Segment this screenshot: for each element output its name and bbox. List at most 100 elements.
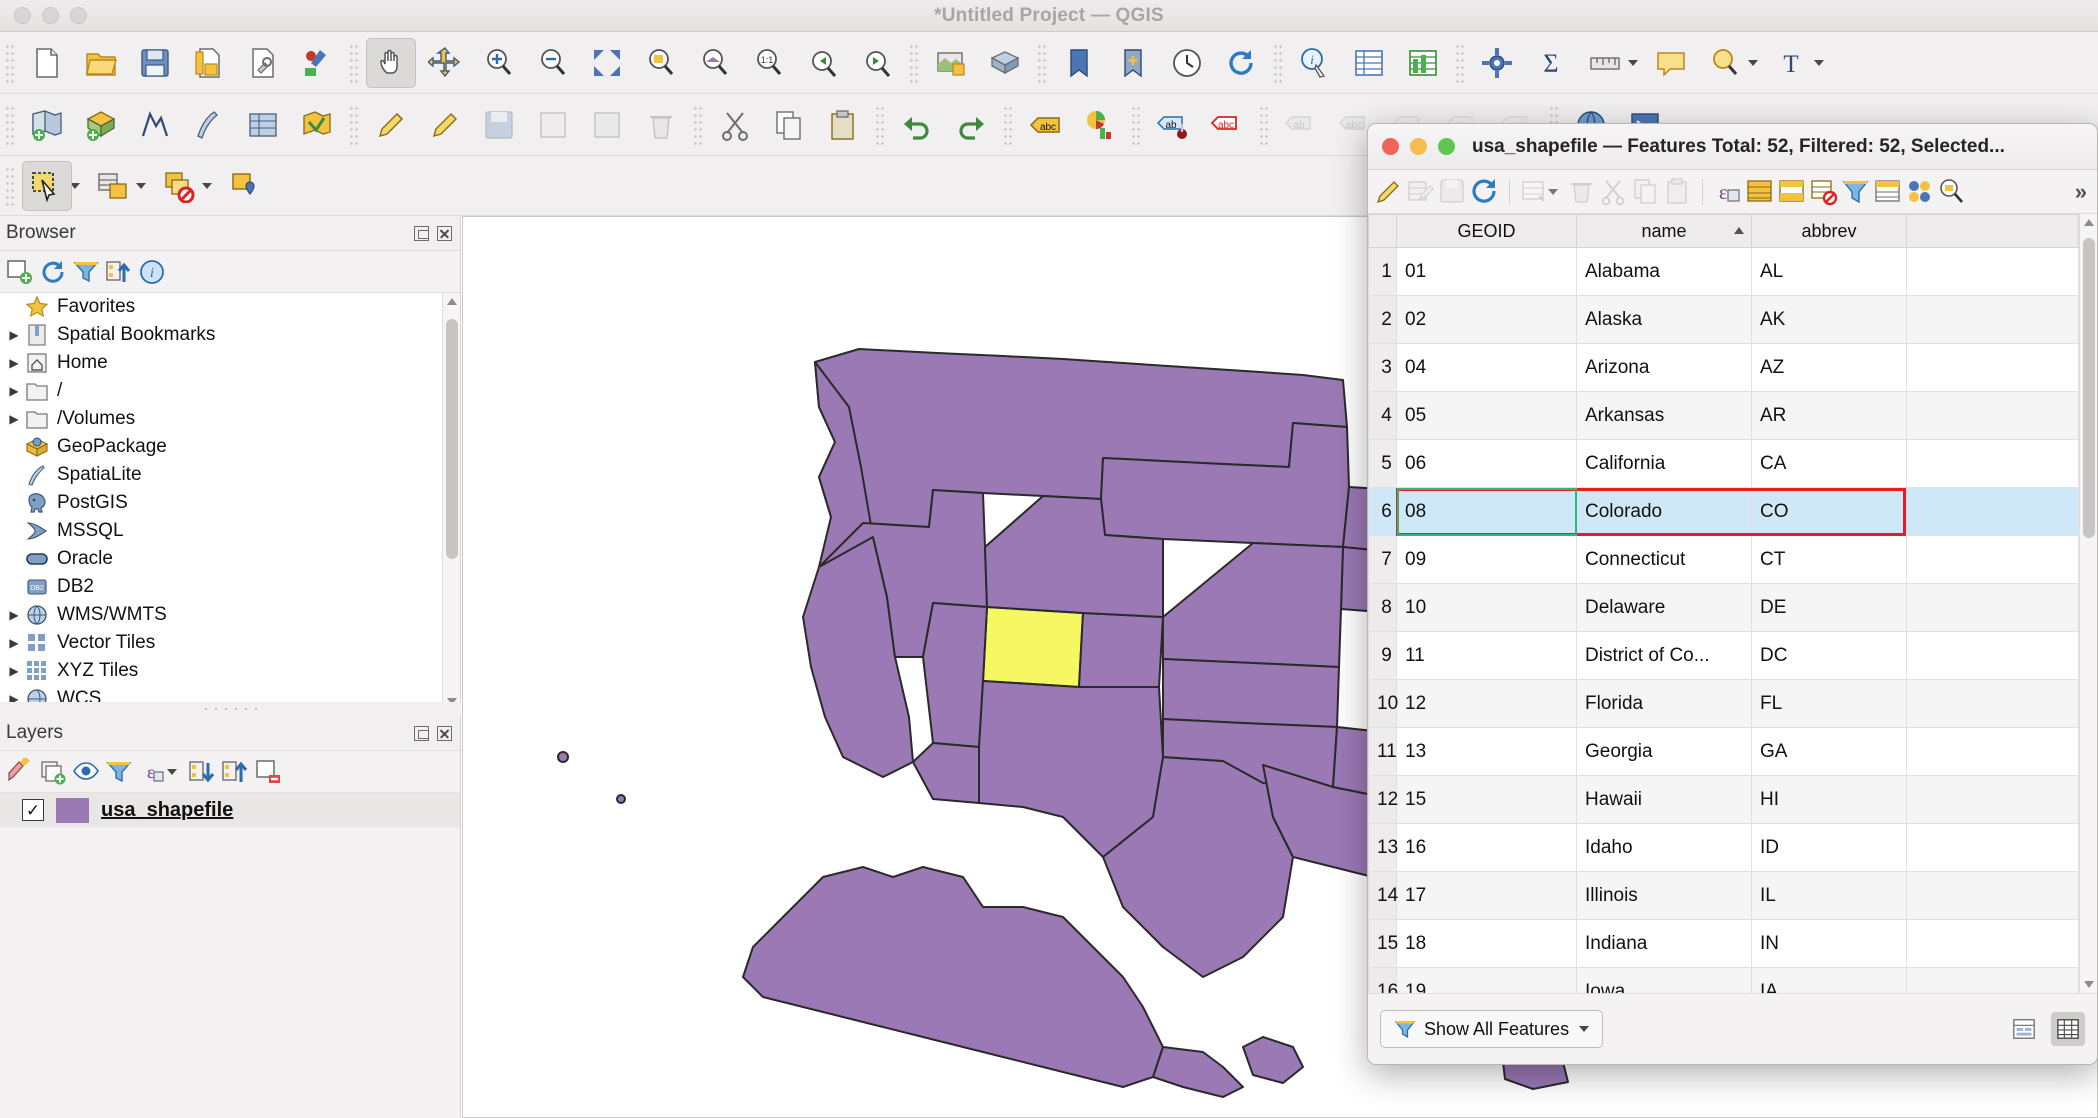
zoom-last-icon[interactable] [798, 38, 848, 88]
cell-abbrev[interactable]: GA [1752, 728, 1907, 776]
save-layer-edits-icon[interactable] [474, 100, 524, 150]
cell-GEOID[interactable]: 17 [1397, 872, 1577, 920]
pan-to-selection-icon[interactable] [1905, 177, 1934, 206]
table-row[interactable]: 1012FloridaFL [1369, 680, 2079, 728]
browser-item-geopackage[interactable]: ▶GeoPackage [0, 433, 460, 461]
zoom-next-icon[interactable] [852, 38, 902, 88]
table-row[interactable]: 506CaliforniaCA [1369, 440, 2079, 488]
save-edits-icon[interactable] [1438, 177, 1467, 206]
delete-selected-icon[interactable] [636, 100, 686, 150]
select-all-icon[interactable] [1745, 177, 1774, 206]
properties-icon[interactable]: i [138, 258, 166, 286]
project-properties-icon[interactable] [238, 38, 288, 88]
paste-features-icon[interactable] [818, 100, 868, 150]
select-features-icon[interactable] [22, 161, 72, 211]
select-value-icon[interactable] [220, 161, 270, 211]
new-3d-map-view-icon[interactable] [980, 38, 1030, 88]
table-row[interactable]: 810DelawareDE [1369, 584, 2079, 632]
table-row[interactable]: 911District of Co...DC [1369, 632, 2079, 680]
column-header-GEOID[interactable]: GEOID [1397, 215, 1577, 248]
cell-name[interactable]: District of Co... [1577, 632, 1752, 680]
new-project-icon[interactable] [22, 38, 72, 88]
form-view-button[interactable] [2007, 1012, 2041, 1046]
layer-item[interactable]: ✓usa_shapefile [0, 793, 460, 827]
layers-float-button[interactable] [414, 726, 429, 741]
toolbar-overflow-button[interactable]: » [2075, 179, 2091, 205]
cell-name[interactable]: Georgia [1577, 728, 1752, 776]
toolbar-grip[interactable] [1003, 105, 1013, 145]
text-annotation-icon[interactable]: T [1766, 38, 1816, 88]
table-row[interactable]: 1113GeorgiaGA [1369, 728, 2079, 776]
browser-item-home[interactable]: ▶Home [0, 349, 460, 377]
undo-icon[interactable] [892, 100, 942, 150]
cell-abbrev[interactable]: HI [1752, 776, 1907, 824]
filter-browser-icon[interactable] [72, 258, 100, 286]
chevron-down-icon[interactable] [1579, 1026, 1589, 1032]
cell-name[interactable]: Iowa [1577, 968, 1752, 995]
cell-GEOID[interactable]: 05 [1397, 392, 1577, 440]
add-delimited-text-layer-icon[interactable] [184, 100, 234, 150]
vertex-tool-icon[interactable] [420, 100, 470, 150]
expand-arrow-icon[interactable]: ▶ [4, 636, 24, 650]
paste-icon[interactable] [1663, 177, 1692, 206]
cell-name[interactable]: Alabama [1577, 248, 1752, 296]
toolbar-grip[interactable] [875, 105, 885, 145]
multi-edit-icon[interactable] [1406, 177, 1435, 206]
save-project-icon[interactable] [130, 38, 180, 88]
dock-splitter[interactable] [0, 702, 461, 716]
browser-item-spatialite[interactable]: ▶SpatiaLite [0, 461, 460, 489]
highlight-labels-icon[interactable]: abc [1202, 100, 1252, 150]
cell-GEOID[interactable]: 09 [1397, 536, 1577, 584]
cell-abbrev[interactable]: DC [1752, 632, 1907, 680]
cell-abbrev[interactable]: AL [1752, 248, 1907, 296]
expand-arrow-icon[interactable]: ▶ [4, 412, 24, 426]
toolbar-grip[interactable] [1455, 43, 1465, 83]
style-manager-icon[interactable] [292, 38, 342, 88]
add-mesh-layer-icon[interactable] [130, 100, 180, 150]
cell-GEOID[interactable]: 18 [1397, 920, 1577, 968]
modify-attributes-icon[interactable] [582, 100, 632, 150]
expand-arrow-icon[interactable]: ▶ [4, 608, 24, 622]
table-row[interactable]: 608ColoradoCO [1369, 488, 2079, 536]
cut-features-icon[interactable] [710, 100, 760, 150]
toolbar-grip[interactable] [5, 105, 15, 145]
filter-selection-icon[interactable] [1841, 177, 1870, 206]
search-options-icon[interactable] [1700, 38, 1750, 88]
cell-name[interactable]: Florida [1577, 680, 1752, 728]
table-row[interactable]: 1518IndianaIN [1369, 920, 2079, 968]
attribute-table-minimize-button[interactable] [1410, 138, 1427, 155]
remove-layer-icon[interactable] [254, 758, 282, 786]
table-row[interactable]: 101AlabamaAL [1369, 248, 2079, 296]
cell-GEOID[interactable]: 10 [1397, 584, 1577, 632]
cell-name[interactable]: Arizona [1577, 344, 1752, 392]
cell-GEOID[interactable]: 01 [1397, 248, 1577, 296]
cell-GEOID[interactable]: 12 [1397, 680, 1577, 728]
delete-selected-icon[interactable] [1567, 177, 1596, 206]
copy-icon[interactable] [1631, 177, 1660, 206]
zoom-layer-icon[interactable] [690, 38, 740, 88]
pan-map-icon[interactable] [366, 38, 416, 88]
browser-item-db2[interactable]: ▶DB2DB2 [0, 573, 460, 601]
redo-icon[interactable] [946, 100, 996, 150]
toggle-editing-icon[interactable] [1374, 177, 1403, 206]
collapse-all-icon[interactable] [221, 758, 249, 786]
move-label-icon[interactable]: ab [1276, 100, 1326, 150]
layer-styling-icon[interactable] [6, 758, 34, 786]
add-spatialite-layer-icon[interactable] [238, 100, 288, 150]
cell-GEOID[interactable]: 13 [1397, 728, 1577, 776]
open-attribute-table-icon[interactable] [1344, 38, 1394, 88]
cell-abbrev[interactable]: CT [1752, 536, 1907, 584]
cell-abbrev[interactable]: CO [1752, 488, 1907, 536]
toggle-editing-icon[interactable] [366, 100, 416, 150]
cell-abbrev[interactable]: IL [1752, 872, 1907, 920]
add-group-icon[interactable] [39, 758, 67, 786]
deselect-all-icon[interactable] [1809, 177, 1838, 206]
toolbar-grip[interactable] [1259, 105, 1269, 145]
table-row[interactable]: 1619IowaIA [1369, 968, 2079, 995]
attribute-table-traffic-lights[interactable] [1382, 138, 1455, 155]
cell-abbrev[interactable]: AK [1752, 296, 1907, 344]
cell-abbrev[interactable]: ID [1752, 824, 1907, 872]
table-row[interactable]: 1215HawaiiHI [1369, 776, 2079, 824]
table-scroll-thumb[interactable] [2083, 238, 2095, 538]
cell-abbrev[interactable]: IA [1752, 968, 1907, 995]
